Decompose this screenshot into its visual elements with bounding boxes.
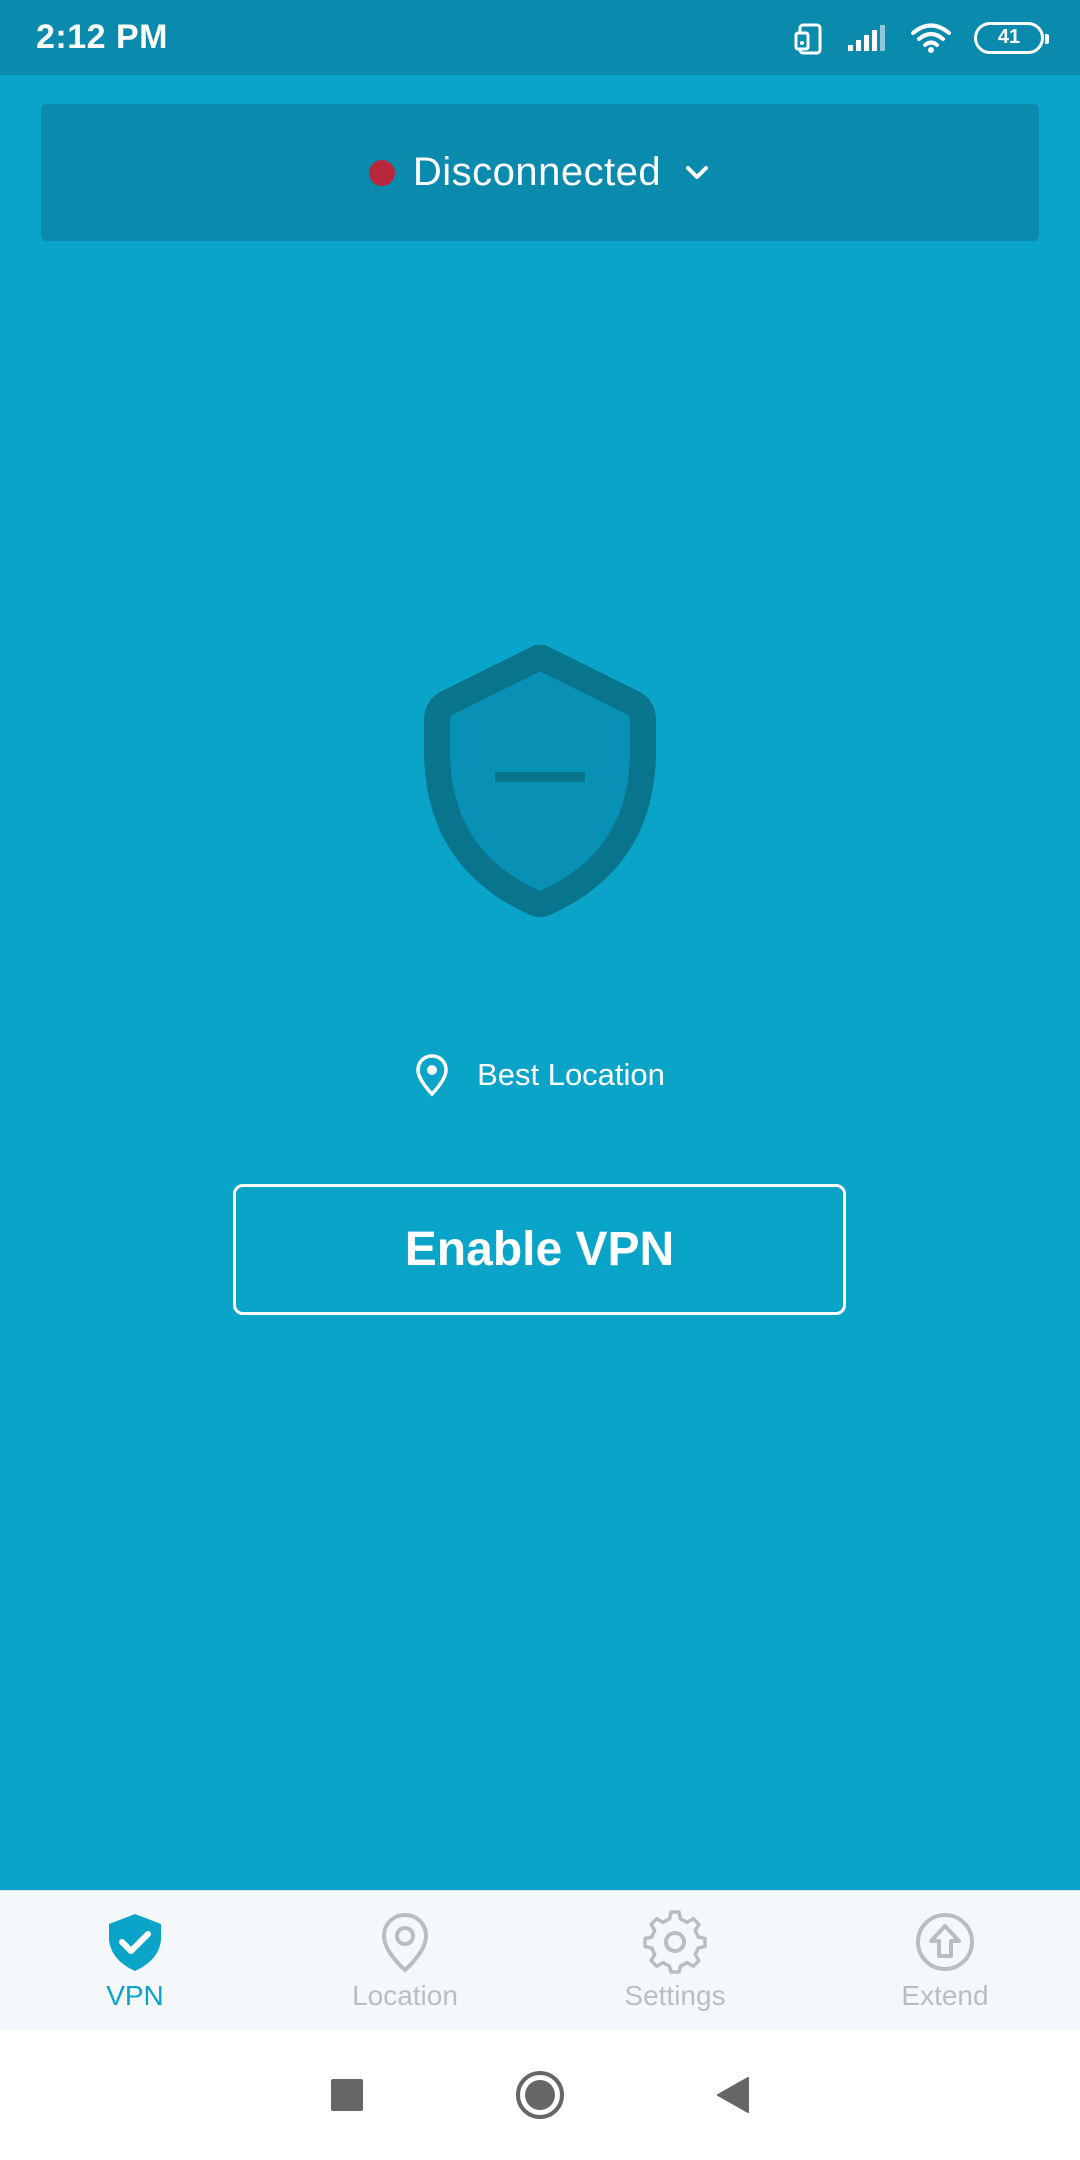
battery-level: 41 xyxy=(997,26,1021,48)
upload-circle-icon xyxy=(916,1912,974,1971)
battery-icon: 41 xyxy=(974,21,1049,54)
gear-icon xyxy=(643,1909,707,1974)
system-nav-bar xyxy=(0,2030,1080,2160)
connection-status-dropdown[interactable]: Disconnected xyxy=(41,104,1039,241)
connection-status-label: Disconnected xyxy=(412,150,662,194)
main-content: Disconnected Best Location Enable VPN xyxy=(0,75,1080,1890)
chevron-down-icon xyxy=(686,165,709,179)
back-button[interactable] xyxy=(716,2076,750,2114)
screen: 2:12 PM 41 Disconnected Best Location En… xyxy=(0,0,1080,2160)
signal-icon xyxy=(848,24,885,51)
triangle-back-icon xyxy=(717,2077,749,2113)
nav-item-label: Location xyxy=(352,1979,458,2011)
home-button[interactable] xyxy=(514,2069,566,2121)
nav-item-settings[interactable]: Settings xyxy=(540,1891,810,2030)
wifi-icon xyxy=(911,23,951,53)
nav-item-location[interactable]: Location xyxy=(270,1891,540,2030)
nav-item-vpn[interactable]: VPN xyxy=(0,1891,270,2030)
location-pin-icon xyxy=(416,1054,448,1097)
shield-check-icon xyxy=(109,1913,161,1971)
recents-button[interactable] xyxy=(330,2078,364,2112)
square-icon xyxy=(331,2079,363,2111)
bottom-nav: VPN Location Settings Extend xyxy=(0,1890,1080,2030)
enable-vpn-button[interactable]: Enable VPN xyxy=(233,1184,846,1315)
nav-item-label: Settings xyxy=(624,1979,726,2011)
nav-item-extend[interactable]: Extend xyxy=(810,1891,1080,2030)
shield-disconnected-icon xyxy=(415,644,665,925)
status-dot xyxy=(368,159,395,186)
status-bar: 2:12 PM 41 xyxy=(0,0,1080,75)
rotate-icon xyxy=(794,23,822,54)
nav-item-label: VPN xyxy=(106,1979,164,2011)
status-icons: 41 xyxy=(794,21,1049,55)
circle-icon xyxy=(516,2071,564,2119)
location-pin-icon xyxy=(381,1912,429,1973)
location-label: Best Location xyxy=(477,1057,665,1092)
status-time: 2:12 PM xyxy=(36,18,168,56)
location-selector[interactable]: Best Location xyxy=(0,1045,1080,1105)
nav-item-label: Extend xyxy=(901,1979,989,2011)
